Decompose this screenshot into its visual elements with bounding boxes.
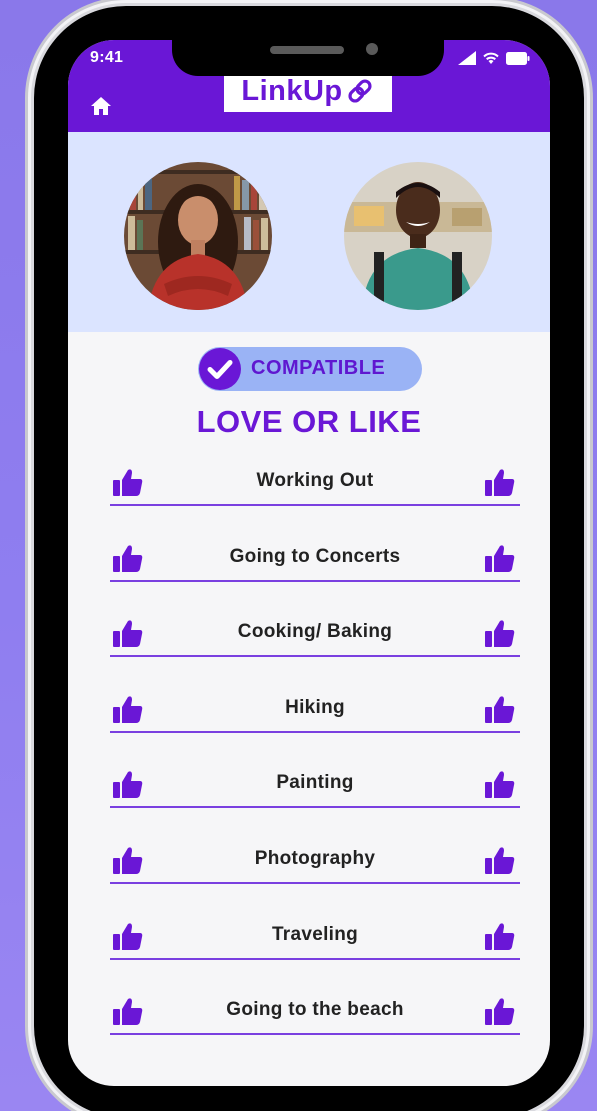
interest-row[interactable]: Traveling [110,912,520,960]
avatar-right[interactable] [344,162,492,310]
interest-label: Working Out [256,470,374,491]
front-camera [366,43,378,55]
interest-row[interactable]: Photography [110,836,520,884]
status-icons [458,51,530,65]
interest-label: Hiking [285,696,345,718]
section-title: LOVE OR LIKE [196,404,422,439]
link-icon [348,79,372,103]
phone-notch [172,24,444,76]
thumbs-up-icon[interactable] [485,997,515,1026]
interest-row[interactable]: Cooking/ Baking [110,609,520,658]
list-item: Painting [110,760,520,836]
thumbs-up-icon[interactable] [485,770,515,799]
interest-list: Working Out Going to Concerts Cooking/ B… [110,458,520,1063]
app-screen: 9:41 LinkUp COMPATIBLE LOVE OR LIKE Work… [68,40,550,1086]
speaker [270,46,344,54]
interest-label: Going to the beach [226,999,404,1021]
check-icon [199,348,241,390]
thumbs-up-icon[interactable] [113,997,143,1026]
compatible-badge: COMPATIBLE [198,347,422,391]
home-icon[interactable] [89,94,113,118]
wifi-icon [483,52,499,64]
thumbs-up-icon[interactable] [485,695,515,723]
list-item: Going to Concerts [110,534,520,610]
interest-row[interactable]: Working Out [110,458,520,506]
thumbs-up-icon[interactable] [113,468,143,496]
avatar-left[interactable] [124,162,272,310]
interest-label: Going to Concerts [229,545,401,567]
thumbs-up-icon[interactable] [113,619,143,648]
interest-row[interactable]: Hiking [110,685,520,733]
interest-row[interactable]: Going to Concerts [110,534,520,582]
status-time: 9:41 [90,49,124,66]
list-item: Photography [110,836,520,912]
compatible-label: COMPATIBLE [251,357,386,379]
thumbs-up-icon[interactable] [113,695,143,723]
list-item: Traveling [110,912,520,988]
interest-row[interactable]: Going to the beach [110,987,520,1036]
battery-icon [506,51,530,65]
interest-label: Cooking/ Baking [237,621,393,643]
list-item: Going to the beach [110,987,520,1063]
user-photo-right [344,162,492,310]
interest-row[interactable]: Painting [110,760,520,809]
list-item: Cooking/ Baking [110,609,520,685]
interest-label: Traveling [271,923,359,945]
thumbs-up-icon[interactable] [113,770,143,799]
thumbs-up-icon[interactable] [113,922,143,950]
app-logo[interactable]: LinkUp [224,70,392,112]
thumbs-up-icon[interactable] [485,619,515,648]
thumbs-up-icon[interactable] [485,544,515,572]
logo-text: LinkUp [241,74,343,107]
interest-label: Photography [254,847,376,869]
thumbs-up-icon[interactable] [113,846,143,874]
user-photo-left [124,162,272,310]
list-item: Working Out [110,458,520,534]
thumbs-up-icon[interactable] [113,544,143,572]
list-item: Hiking [110,685,520,761]
profile-band [68,132,550,332]
thumbs-up-icon[interactable] [485,846,515,874]
interest-label: Painting [276,772,354,794]
thumbs-up-icon[interactable] [485,468,515,496]
thumbs-up-icon[interactable] [485,922,515,950]
signal-icon [458,51,476,65]
